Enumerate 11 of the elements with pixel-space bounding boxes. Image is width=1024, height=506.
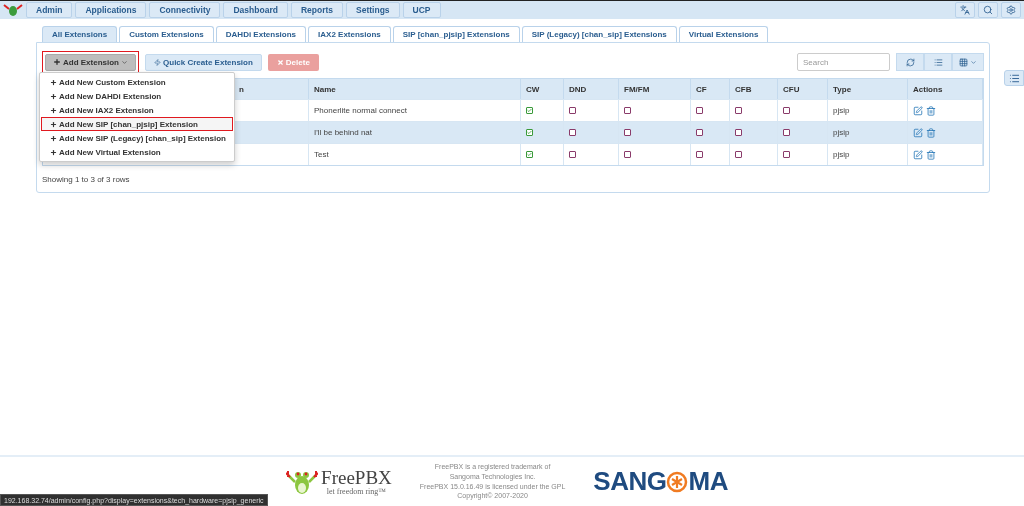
table-cell: Phonerlite normal connect bbox=[309, 100, 521, 121]
sangoma-logo-text: MA bbox=[688, 466, 728, 497]
table-cell: Test bbox=[309, 144, 521, 165]
pagination-text: Showing 1 to 3 of 3 rows bbox=[42, 175, 131, 184]
table-cell: pjsip bbox=[828, 100, 908, 121]
freepbx-logo-text: FreePBX bbox=[321, 467, 392, 487]
table-cell: pjsip bbox=[828, 144, 908, 165]
table-cell: pjsip bbox=[828, 122, 908, 143]
sangoma-logo-text: SANG bbox=[593, 466, 667, 497]
table-cell: I'll be behind nat bbox=[309, 122, 521, 143]
logo-tagline: let freedom ring™ bbox=[326, 486, 387, 496]
